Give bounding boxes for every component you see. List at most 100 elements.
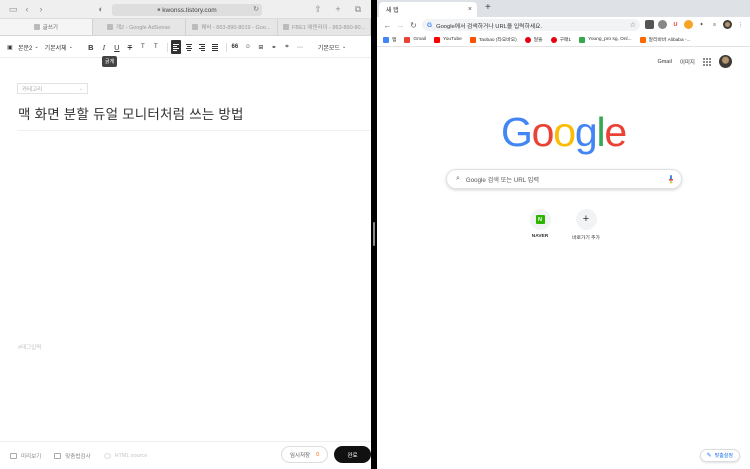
- new-tab-button[interactable]: +: [485, 2, 491, 13]
- bookmark-item[interactable]: Taobao (타오바오): [469, 36, 517, 43]
- bookmark-item[interactable]: 알리바바 Alibaba -...: [639, 36, 691, 43]
- category-select[interactable]: 카테고리 ⌄: [17, 83, 88, 94]
- chrome-window: 새 탭 × + ← → ↻ G Google에서 검색하거나 URL을 입력하세…: [377, 0, 750, 469]
- bold-tooltip: 굵게: [102, 56, 118, 67]
- html-source-button[interactable]: HTML source: [103, 452, 147, 459]
- extension-icon[interactable]: [684, 20, 693, 29]
- safari-tab[interactable]: FBE1 애덴라이 - 863-890-80...: [278, 19, 371, 35]
- safari-tab[interactable]: 글쓰기: [0, 19, 93, 35]
- back-icon[interactable]: ‹: [20, 3, 34, 15]
- image-insert-button[interactable]: ▣: [5, 40, 15, 54]
- extension-icon[interactable]: [645, 20, 654, 29]
- chrome-tab-bar: 새 탭 × +: [377, 0, 750, 17]
- youtube-icon: [433, 36, 440, 43]
- chevron-down-icon: ⌄: [68, 44, 73, 50]
- google-search-input[interactable]: ⌕ Google 검색 또는 URL 입력: [446, 169, 682, 189]
- table-icon[interactable]: ⊞: [256, 40, 266, 54]
- safari-tab[interactable]: 게2 - Google AdSense: [93, 19, 186, 35]
- profile-avatar[interactable]: [723, 20, 732, 29]
- google-favicon-icon: [283, 24, 290, 30]
- font-select[interactable]: 기본서체 ⌄: [45, 40, 73, 54]
- align-left-button[interactable]: [170, 40, 181, 54]
- omnibox[interactable]: G Google에서 검색하거나 URL을 입력하세요. ☆: [422, 19, 640, 31]
- code-icon[interactable]: ⌗: [282, 40, 292, 54]
- chrome-tab[interactable]: 새 탭 ×: [379, 2, 477, 17]
- google-apps-icon[interactable]: [703, 57, 711, 66]
- temp-save-button[interactable]: 임시저장 0: [281, 446, 328, 463]
- tag-input[interactable]: #태그입력: [18, 343, 41, 351]
- google-logo: Google: [500, 109, 627, 155]
- bookmarks-bar: 앱 Gmail YouTube Taobao (타오바오) 알뜰 구매1 You…: [377, 33, 750, 47]
- tistory-favicon-icon: [33, 24, 40, 30]
- back-icon[interactable]: ←: [381, 21, 394, 30]
- account-avatar[interactable]: [719, 55, 732, 68]
- privacy-icon[interactable]: ◐: [94, 3, 108, 15]
- microphone-icon[interactable]: [669, 175, 673, 184]
- mode-select[interactable]: 기본모드 ⌄: [318, 40, 346, 54]
- chevron-down-icon: ⌄: [341, 44, 347, 50]
- bold-button[interactable]: B: [86, 40, 96, 54]
- menu-icon[interactable]: ⋮: [736, 20, 745, 29]
- shortcut-add[interactable]: + 바로가기 추가: [566, 209, 606, 241]
- align-left-icon: [172, 43, 179, 51]
- reload-icon[interactable]: ↻: [407, 21, 420, 30]
- reload-icon[interactable]: ↻: [253, 5, 259, 13]
- naver-icon: N: [535, 215, 545, 224]
- puzzle-icon[interactable]: ✦: [697, 20, 706, 29]
- more-icon[interactable]: ⋯: [295, 40, 305, 54]
- forward-icon[interactable]: →: [394, 21, 407, 30]
- quote-button[interactable]: 66: [230, 40, 240, 54]
- background-color-button[interactable]: T: [151, 40, 161, 54]
- bookmark-item[interactable]: 앱: [383, 36, 396, 43]
- pencil-icon: ✎: [706, 453, 712, 459]
- italic-button[interactable]: I: [99, 40, 109, 54]
- customize-button[interactable]: ✎ 맞춤설정: [699, 449, 740, 462]
- preview-button[interactable]: 미리보기: [10, 452, 41, 460]
- bookmark-favicon-icon: [579, 36, 586, 43]
- images-link[interactable]: 이미지: [680, 58, 695, 66]
- tab-overview-icon[interactable]: ⧉: [351, 3, 365, 15]
- link-icon[interactable]: ⚭: [269, 40, 279, 54]
- forward-icon[interactable]: ›: [34, 3, 48, 15]
- safari-tab[interactable]: 꿰바 - 863-890-8019 - Goo...: [186, 19, 279, 35]
- gmail-link[interactable]: Gmail: [657, 59, 671, 65]
- safari-toolbar: ▭ ‹ › ◐ ■ kwonss.tistory.com ↻ ⇧ + ⧉: [0, 0, 371, 19]
- extension-icon[interactable]: [658, 20, 667, 29]
- paragraph-style-select[interactable]: 본문2 ⌄: [18, 40, 39, 54]
- search-icon: ⌕: [456, 175, 460, 182]
- new-tab-icon[interactable]: +: [331, 3, 345, 15]
- bookmark-item[interactable]: Gmail: [404, 36, 426, 43]
- publish-button[interactable]: 완료: [334, 446, 371, 463]
- emoji-icon[interactable]: ☺: [243, 40, 253, 54]
- queue-icon[interactable]: ≡: [710, 20, 719, 29]
- extension-icon[interactable]: U: [671, 20, 680, 29]
- title-divider: [17, 130, 371, 131]
- bookmark-star-icon[interactable]: ☆: [630, 21, 636, 29]
- align-right-button[interactable]: [197, 40, 207, 54]
- apps-icon: [383, 36, 389, 43]
- split-view-handle[interactable]: [373, 222, 375, 246]
- align-justify-icon: [211, 43, 218, 51]
- safari-tab-bar: 글쓰기 게2 - Google AdSense 꿰바 - 863-890-801…: [0, 19, 371, 36]
- toolbar-divider: [225, 42, 227, 52]
- share-icon[interactable]: ⇧: [311, 3, 325, 15]
- bookmark-item[interactable]: YouTube: [433, 36, 462, 43]
- spellcheck-button[interactable]: 맞춤법검사: [54, 452, 91, 460]
- shortcut-naver[interactable]: N NAVER: [520, 209, 560, 239]
- sidebar-icon[interactable]: ▭: [6, 3, 20, 15]
- text-color-button[interactable]: T: [138, 40, 148, 54]
- taobao-icon: [469, 36, 476, 43]
- underline-button[interactable]: U: [112, 40, 122, 54]
- strikethrough-button[interactable]: T: [125, 40, 135, 54]
- close-tab-icon[interactable]: ×: [468, 6, 472, 13]
- post-title-input[interactable]: 맥 화면 분할 듀얼 모니터처럼 쓰는 방법: [18, 103, 244, 123]
- gmail-icon: [404, 36, 411, 43]
- bookmark-item[interactable]: 알뜰: [524, 36, 543, 43]
- align-center-button[interactable]: [184, 40, 194, 54]
- google-top-links: Gmail 이미지: [657, 55, 740, 68]
- address-text: kwonss.tistory.com: [162, 6, 217, 14]
- bookmark-item[interactable]: Young_pro sg, Onl...: [579, 36, 632, 43]
- align-justify-button[interactable]: [210, 40, 220, 54]
- address-bar[interactable]: ■ kwonss.tistory.com ↻: [112, 4, 262, 16]
- bookmark-item[interactable]: 구매1: [550, 36, 571, 43]
